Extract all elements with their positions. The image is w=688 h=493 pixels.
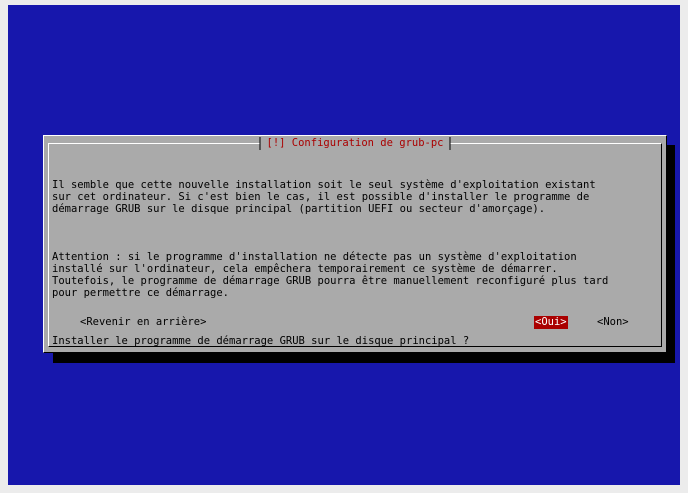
button-row: <Revenir en arrière> <Oui> <Non> (52, 316, 658, 330)
installer-screen: [!] Configuration de grub-pc Il semble q… (8, 5, 680, 485)
dialog-title: [!] Configuration de grub-pc (259, 137, 451, 150)
dialog-question: Installer le programme de démarrage GRUB… (52, 335, 470, 347)
dialog-body: Il semble que cette nouvelle installatio… (52, 155, 658, 383)
no-button[interactable]: <Non> (597, 316, 629, 329)
go-back-button[interactable]: <Revenir en arrière> (80, 316, 206, 329)
grub-config-dialog: [!] Configuration de grub-pc Il semble q… (43, 135, 667, 353)
dialog-paragraph-intro: Il semble que cette nouvelle installatio… (52, 179, 596, 215)
dialog-paragraph-warning: Attention : si le programme d'installati… (52, 251, 609, 299)
yes-button[interactable]: <Oui> (534, 316, 568, 329)
